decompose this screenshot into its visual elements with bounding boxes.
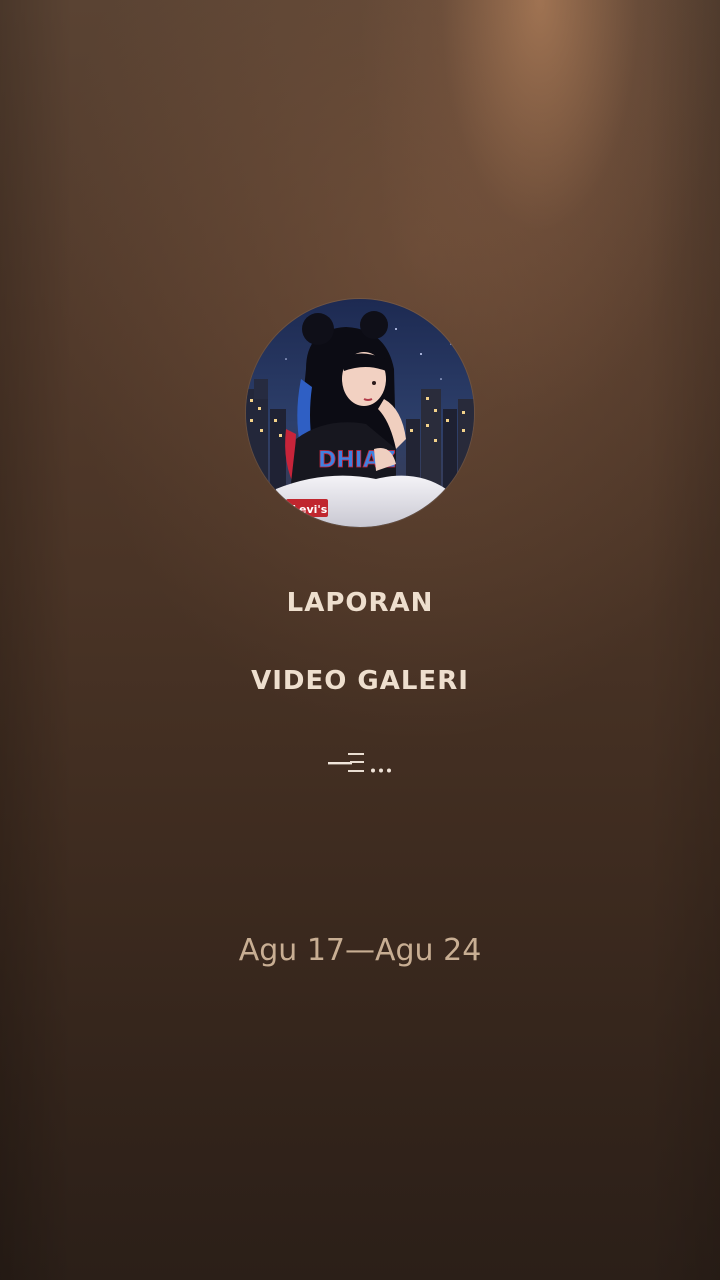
- gallery-title: VIDEO GALERI: [251, 666, 469, 696]
- profile-avatar: DHIAZ Levi's: [246, 299, 474, 527]
- svg-text:Levi's: Levi's: [292, 503, 328, 516]
- report-screen: DHIAZ Levi's LAPORAN VIDEO GALERI Agu 17…: [0, 0, 720, 1280]
- report-title: LAPORAN: [286, 588, 434, 618]
- date-range-label: Agu 17—Agu 24: [238, 933, 482, 968]
- background-shade: [0, 0, 720, 1280]
- loading-dots-icon: [326, 748, 396, 778]
